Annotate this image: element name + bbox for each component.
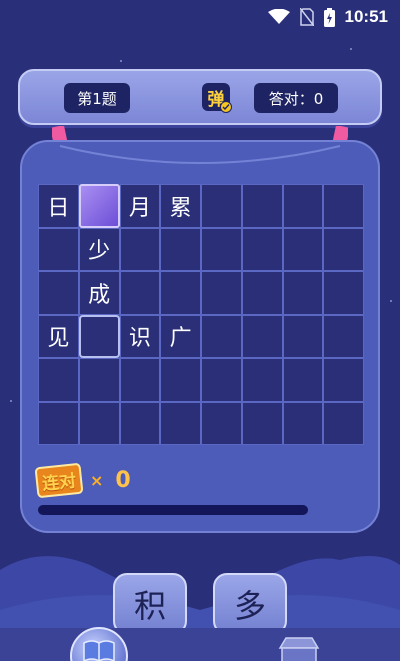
grid-cell[interactable] (201, 184, 242, 228)
grid-cell[interactable] (38, 401, 79, 445)
grid-cell[interactable]: 日 (38, 184, 79, 228)
grid-cell[interactable] (201, 271, 242, 315)
grid-cell[interactable] (241, 401, 283, 445)
grid-cell[interactable]: 成 (78, 271, 120, 315)
grid-cell[interactable] (119, 358, 161, 402)
question-number: 第1题 (64, 83, 130, 113)
word-grid: 日月累少成见识广 (38, 184, 364, 445)
grid-cell[interactable] (78, 401, 120, 445)
grid-cell[interactable] (201, 401, 242, 445)
grid-cell[interactable]: 少 (78, 227, 120, 271)
check-icon (220, 101, 232, 113)
grid-cell[interactable] (241, 358, 283, 402)
combo-count: 0 (115, 468, 131, 493)
grid-cell[interactable] (323, 358, 364, 402)
grid-cell[interactable]: 见 (38, 314, 79, 358)
grid-cell[interactable] (38, 271, 79, 315)
status-bar: 10:51 (0, 0, 400, 34)
combo-times: × (90, 471, 104, 490)
grid-cell[interactable] (201, 358, 242, 402)
grid-cell[interactable]: 识 (119, 314, 161, 358)
grid-cell[interactable] (282, 401, 324, 445)
bullet-hint-button[interactable]: 弹 (202, 83, 232, 113)
grid-cell[interactable] (78, 314, 120, 358)
grid-cell[interactable]: 月 (119, 184, 161, 228)
grid-cell[interactable] (119, 401, 161, 445)
grid-cell[interactable] (323, 227, 364, 271)
grid-cell[interactable] (201, 314, 242, 358)
grid-cell[interactable] (201, 227, 242, 271)
grid-cell[interactable] (119, 271, 161, 315)
grid-cell[interactable] (241, 314, 283, 358)
grid-cell[interactable] (78, 184, 120, 228)
grid-cell[interactable] (38, 358, 79, 402)
header-banner: 第1题 弹 答对：0 (18, 69, 382, 125)
grid-cell[interactable] (282, 314, 324, 358)
grid-cell[interactable] (282, 271, 324, 315)
grid-cell[interactable] (38, 227, 79, 271)
grid-cell[interactable]: 累 (160, 184, 201, 228)
grid-cell[interactable] (241, 271, 283, 315)
score-display: 答对：0 (254, 83, 338, 113)
grid-cell[interactable] (78, 358, 120, 402)
grid-cell[interactable] (160, 271, 201, 315)
status-time: 10:51 (344, 7, 388, 26)
book-icon (83, 640, 115, 661)
battery-charging-icon (323, 7, 335, 27)
grid-cell[interactable] (160, 401, 201, 445)
no-sim-icon (299, 8, 314, 26)
grid-cell[interactable] (160, 358, 201, 402)
bottom-nav (0, 628, 400, 661)
board-scallop (59, 145, 341, 164)
progress-bar (38, 505, 308, 515)
choice-tile-2[interactable]: 多 (213, 573, 287, 635)
grid-cell[interactable] (241, 184, 283, 228)
choice-tile-1[interactable]: 积 (113, 573, 187, 635)
grid-cell[interactable] (119, 227, 161, 271)
shop-nav-icon[interactable] (276, 636, 322, 661)
grid-cell[interactable] (160, 227, 201, 271)
grid-cell[interactable] (323, 184, 364, 228)
combo-indicator: 连对 × 0 (34, 462, 131, 499)
grid-cell[interactable] (282, 184, 324, 228)
grid-cell[interactable] (282, 358, 324, 402)
grid-cell[interactable]: 广 (160, 314, 201, 358)
combo-label: 连对 (34, 462, 84, 499)
grid-cell[interactable] (323, 271, 364, 315)
grid-cell[interactable] (323, 401, 364, 445)
grid-cell[interactable] (282, 227, 324, 271)
wifi-icon (267, 9, 290, 24)
grid-cell[interactable] (241, 227, 283, 271)
grid-cell[interactable] (323, 314, 364, 358)
